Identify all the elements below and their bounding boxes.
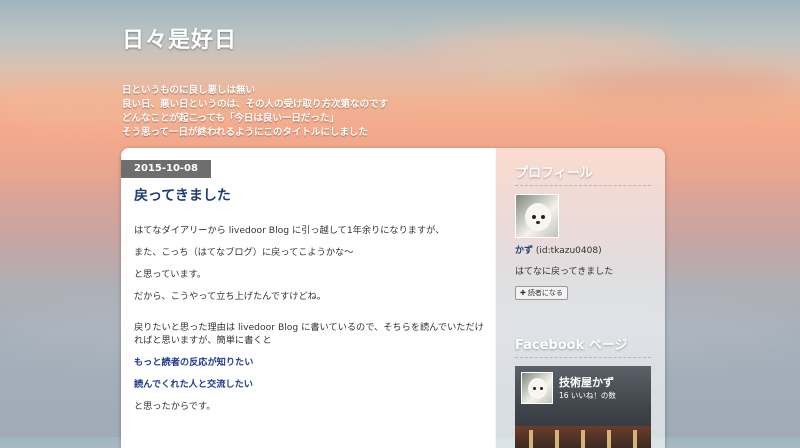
cover-decoration — [555, 430, 559, 448]
post-paragraph: と思ったからです。 — [134, 401, 216, 412]
blog-title[interactable]: 日々是好日 — [122, 22, 237, 54]
facebook-cover-image — [515, 426, 651, 448]
post-paragraph: はてなダイアリーから livedoor Blog に引っ越して1年余りになります… — [134, 225, 445, 236]
blog-description-line: 良い日、悪い日というのは、その人の受け取り方次第なのです — [122, 99, 389, 110]
main-column: 2015-10-08 戻ってきました はてなダイアリーから livedoor B… — [121, 148, 495, 448]
background-cloud — [560, 70, 800, 100]
cover-decoration — [529, 430, 533, 448]
facebook-widget-title: Facebook ページ — [515, 334, 651, 358]
post-paragraph: と思っています。 — [134, 269, 207, 280]
avatar-dog-face — [525, 203, 551, 231]
avatar[interactable] — [515, 194, 559, 238]
post-emphasis: もっと読者の反応が知りたい — [134, 357, 254, 368]
post-paragraph: また、こっち（はてなブログ）に戻ってこようかな〜 — [134, 247, 354, 258]
profile-name-line: かず (id:tkazu0408) — [515, 243, 602, 256]
profile-id: (id:tkazu0408) — [535, 246, 602, 256]
post-date[interactable]: 2015-10-08 — [121, 160, 211, 178]
background-cloud — [420, 30, 680, 66]
cover-decoration — [633, 430, 637, 448]
subscribe-button-label: 読者になる — [527, 289, 563, 297]
avatar-eye — [540, 387, 543, 390]
avatar-nose — [536, 221, 540, 224]
cover-decoration — [607, 430, 611, 448]
blog-description-line: そう思って一日が終われるようにこのタイトルにしました — [122, 127, 368, 138]
facebook-like-count: 16 いいね！の数 — [559, 391, 616, 400]
profile-widget-title: プロフィール — [515, 162, 651, 186]
avatar-dog-face — [528, 378, 547, 399]
profile-bio: はてなに戻ってきました — [515, 267, 614, 277]
post-paragraph: だから、こうやって立ち上げたんですけどね。 — [134, 291, 327, 302]
sidebar: プロフィール かず (id:tkazu0408) はてなに戻ってきました ✚ 読者… — [495, 148, 665, 448]
facebook-page-widget[interactable]: 技術屋かず 16 いいね！の数 — [515, 366, 651, 448]
cover-decoration — [581, 430, 585, 448]
plus-icon: ✚ — [520, 289, 526, 297]
post-body: はてなダイアリーから livedoor Blog に引っ越して1年余りになります… — [134, 224, 484, 422]
blog-description: 日というものに良し悪しは無い 良い日、悪い日というのは、その人の受け取り方次第な… — [122, 84, 388, 140]
avatar-eye — [532, 215, 536, 219]
content-wrapper: 2015-10-08 戻ってきました はてなダイアリーから livedoor B… — [121, 148, 665, 448]
blog-description-line: 日というものに良し悪しは無い — [122, 85, 256, 96]
post-title[interactable]: 戻ってきました — [134, 185, 231, 205]
avatar-eye — [541, 215, 545, 219]
facebook-page-avatar[interactable] — [521, 372, 553, 404]
blog-description-line: どんなことが起こっても「今日は良い一日だった」 — [122, 113, 339, 124]
facebook-page-name[interactable]: 技術屋かず — [559, 374, 614, 390]
profile-name-link[interactable]: かず — [515, 246, 533, 256]
background-cloud — [300, 60, 480, 82]
subscribe-button[interactable]: ✚ 読者になる — [515, 286, 568, 300]
post-emphasis: 読んでくれた人と交流したい — [134, 379, 253, 390]
avatar-eye — [533, 387, 536, 390]
post-paragraph: 戻りたいと思った理由は livedoor Blog に書いているので、そちらを読… — [134, 322, 484, 346]
